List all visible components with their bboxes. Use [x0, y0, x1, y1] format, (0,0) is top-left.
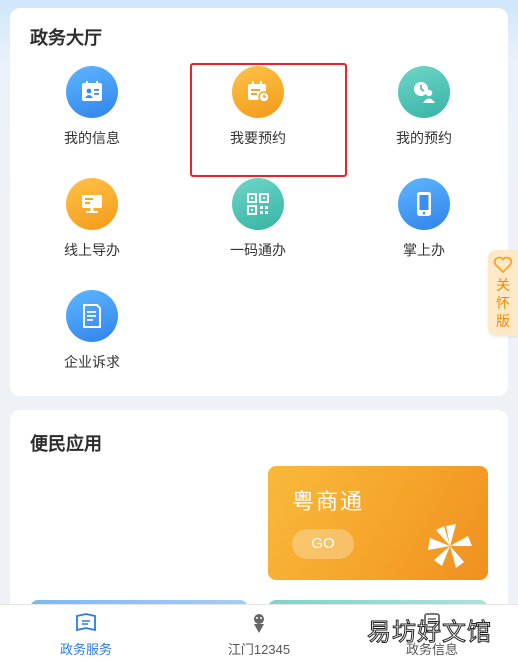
gov-hall-title: 政务大厅	[30, 28, 102, 48]
flag-icon	[76, 613, 96, 632]
pinwheel-logo	[428, 524, 472, 568]
convenience-apps-title: 便民应用	[30, 434, 102, 454]
document-icon	[66, 290, 118, 342]
id-card-icon	[66, 66, 118, 118]
care-mode-char-2: 怀	[496, 295, 510, 311]
care-mode-char-3: 版	[496, 313, 510, 329]
tab-jiangmen-12345-label: 江门12345	[227, 642, 291, 657]
my-appointments-button[interactable]: 我的预约	[354, 66, 494, 162]
care-mode-char-1: 关	[496, 277, 510, 293]
tab-gov-service[interactable]: 政务服务	[0, 611, 172, 659]
heart-icon	[493, 256, 513, 274]
tab-gov-service-label: 政务服务	[59, 642, 112, 657]
care-mode-tab[interactable]: 关 怀 版	[488, 250, 518, 336]
enterprise-appeal-button[interactable]: 企业诉求	[22, 290, 162, 386]
smartphone-icon	[398, 178, 450, 230]
watermark-text: 易坊好文馆	[367, 618, 492, 647]
one-code-service-label: 一码通办	[230, 242, 286, 258]
one-code-service-button[interactable]: 一码通办	[188, 178, 328, 274]
my-info-button[interactable]: 我的信息	[22, 66, 162, 162]
banner-title: 粤商通	[292, 489, 365, 514]
monitor-icon	[66, 178, 118, 230]
online-guide-label: 线上导办	[64, 242, 120, 258]
mobile-service-label: 掌上办	[403, 242, 445, 258]
my-info-label: 我的信息	[64, 130, 120, 146]
qr-code-icon	[232, 178, 284, 230]
online-guide-button[interactable]: 线上导办	[22, 178, 162, 274]
user-clock-icon	[398, 66, 450, 118]
gov-hall-card: 政务大厅 我的信息 我要预约 我的预约 线上导办 一码通办 掌上办 企业诉求	[10, 8, 508, 396]
highlight-annotation-box	[190, 63, 347, 177]
tab-jiangmen-12345[interactable]: 江门12345	[173, 611, 345, 659]
enterprise-appeal-label: 企业诉求	[64, 354, 120, 370]
yueshangtong-banner[interactable]: 粤商通 GO	[268, 466, 488, 580]
my-appointments-label: 我的预约	[396, 130, 452, 146]
mobile-service-button[interactable]: 掌上办	[354, 178, 494, 274]
banner-go-button[interactable]: GO	[292, 529, 354, 559]
hotline-mascot-icon	[254, 614, 264, 633]
